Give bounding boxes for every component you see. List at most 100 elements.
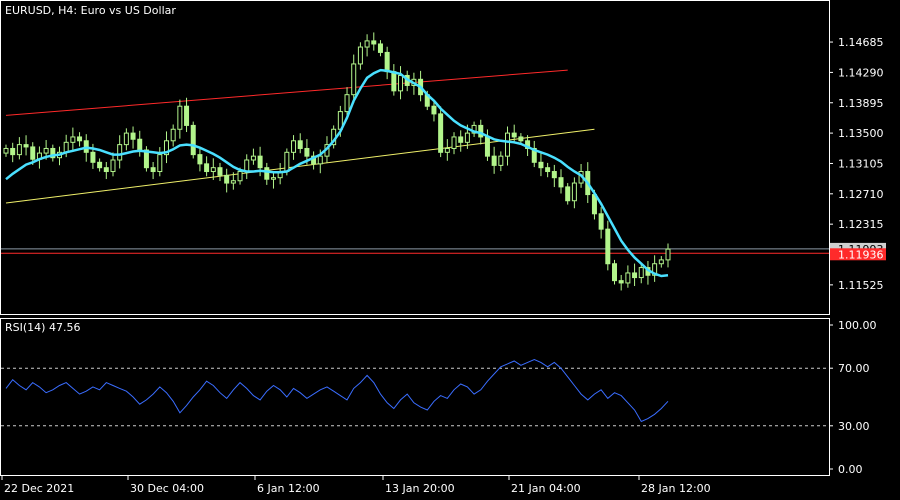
candle-body [284,151,290,173]
candle-body [384,51,390,73]
candle-body [157,154,163,173]
candle-body [505,132,511,157]
rsi-tick-label: 30.00 [838,420,870,433]
candle-body [244,159,250,173]
rsi-layer [1,359,829,427]
candle-body [30,146,36,160]
time-tick-label: 30 Dec 04:00 [130,482,204,495]
candle-body [565,186,571,202]
candle-body [217,167,223,176]
candle-body [638,267,644,279]
candle-body [545,167,551,173]
candle-body [511,132,517,138]
time-tick-label: 28 Jan 12:00 [641,482,711,495]
horizontal-level-label: 1.11936 [838,248,884,261]
candle-body [304,147,310,157]
candle-body [23,144,29,148]
candle-body [438,113,444,153]
rsi-tick-label: 100.00 [838,319,877,332]
candle-body [344,94,350,113]
price-layer [1,32,829,291]
candle-body [612,263,618,282]
candle-body [123,132,129,146]
candle-body [364,40,370,48]
candle-body [538,161,544,169]
candle-body [70,136,76,143]
candle-body [398,74,404,92]
candle-body [257,155,263,169]
candle-body [237,171,243,182]
price-pane-title: EURUSD, H4: Euro vs US Dollar [5,4,176,17]
candle-body [3,147,9,154]
candle-body [571,182,577,202]
time-tick-label: 6 Jan 12:00 [257,482,320,495]
candle-body [357,46,363,65]
candle-body [351,63,357,96]
candle-body [250,155,256,161]
price-tick-label: 1.13105 [838,157,884,170]
candle-body [204,163,210,173]
candle-body [264,167,270,180]
candle-body [16,144,22,156]
candle-body [117,144,123,161]
price-tick-label: 1.11525 [838,279,884,292]
time-tick-label: 21 Jan 04:00 [511,482,581,495]
candle-body [137,138,143,151]
candle-body [371,40,377,45]
candle-body [605,228,611,265]
rsi-pane-frame [0,318,830,476]
candle-body [618,280,624,284]
rsi-pane-title: RSI(14) 47.56 [5,321,80,334]
candle-body [210,167,216,173]
candle-body [598,213,604,230]
candle-body [270,177,276,180]
candle-body [498,155,504,166]
candle-body [458,136,464,143]
candle-body [97,161,103,169]
candle-body [110,159,116,173]
candle-body [625,272,631,284]
price-tick-label: 1.12710 [838,188,884,201]
candle-body [10,147,16,156]
candle-body [224,174,230,184]
candle-body [291,140,297,153]
candle-body [478,124,484,138]
candle-body [184,105,190,126]
candle-body [551,171,557,179]
candle-body [558,177,564,188]
time-tick-label: 13 Jan 20:00 [385,482,455,495]
candle-body [230,180,236,184]
price-tick-label: 1.13500 [838,127,884,140]
candle-body [464,132,470,143]
price-tick-label: 1.13895 [838,97,884,110]
price-tick-label: 1.14685 [838,36,884,49]
rsi-tick-label: 70.00 [838,362,870,375]
chart-area: 1.14685 1.14290 1.13895 1.13500 1.13105 1.127… [0,0,886,495]
candle-body [658,259,664,265]
candle-body [484,136,490,157]
candle-body [190,124,196,156]
time-tick-label: 22 Dec 2021 [4,482,74,495]
candle-body [90,151,96,163]
candle-body [391,71,397,92]
candle-body [518,136,524,142]
candle-body [77,136,83,142]
candle-body [130,132,136,140]
candle-body [170,128,176,142]
candle-body [377,43,383,53]
candle-body [665,248,671,261]
candle-body [444,147,450,153]
candle-body [451,136,457,149]
candle-body [197,154,203,165]
candle-body [632,272,638,279]
moving-average-line [5,68,669,278]
price-tick-label: 1.12315 [838,218,884,231]
candle-body [177,105,183,130]
rsi-tick-label: 0.00 [838,463,863,476]
candle-body [431,105,437,115]
trendline-1 [5,69,568,116]
candle-body [297,140,303,149]
price-pane-frame [0,0,830,315]
candle-body [103,167,109,173]
candle-body [317,155,323,165]
